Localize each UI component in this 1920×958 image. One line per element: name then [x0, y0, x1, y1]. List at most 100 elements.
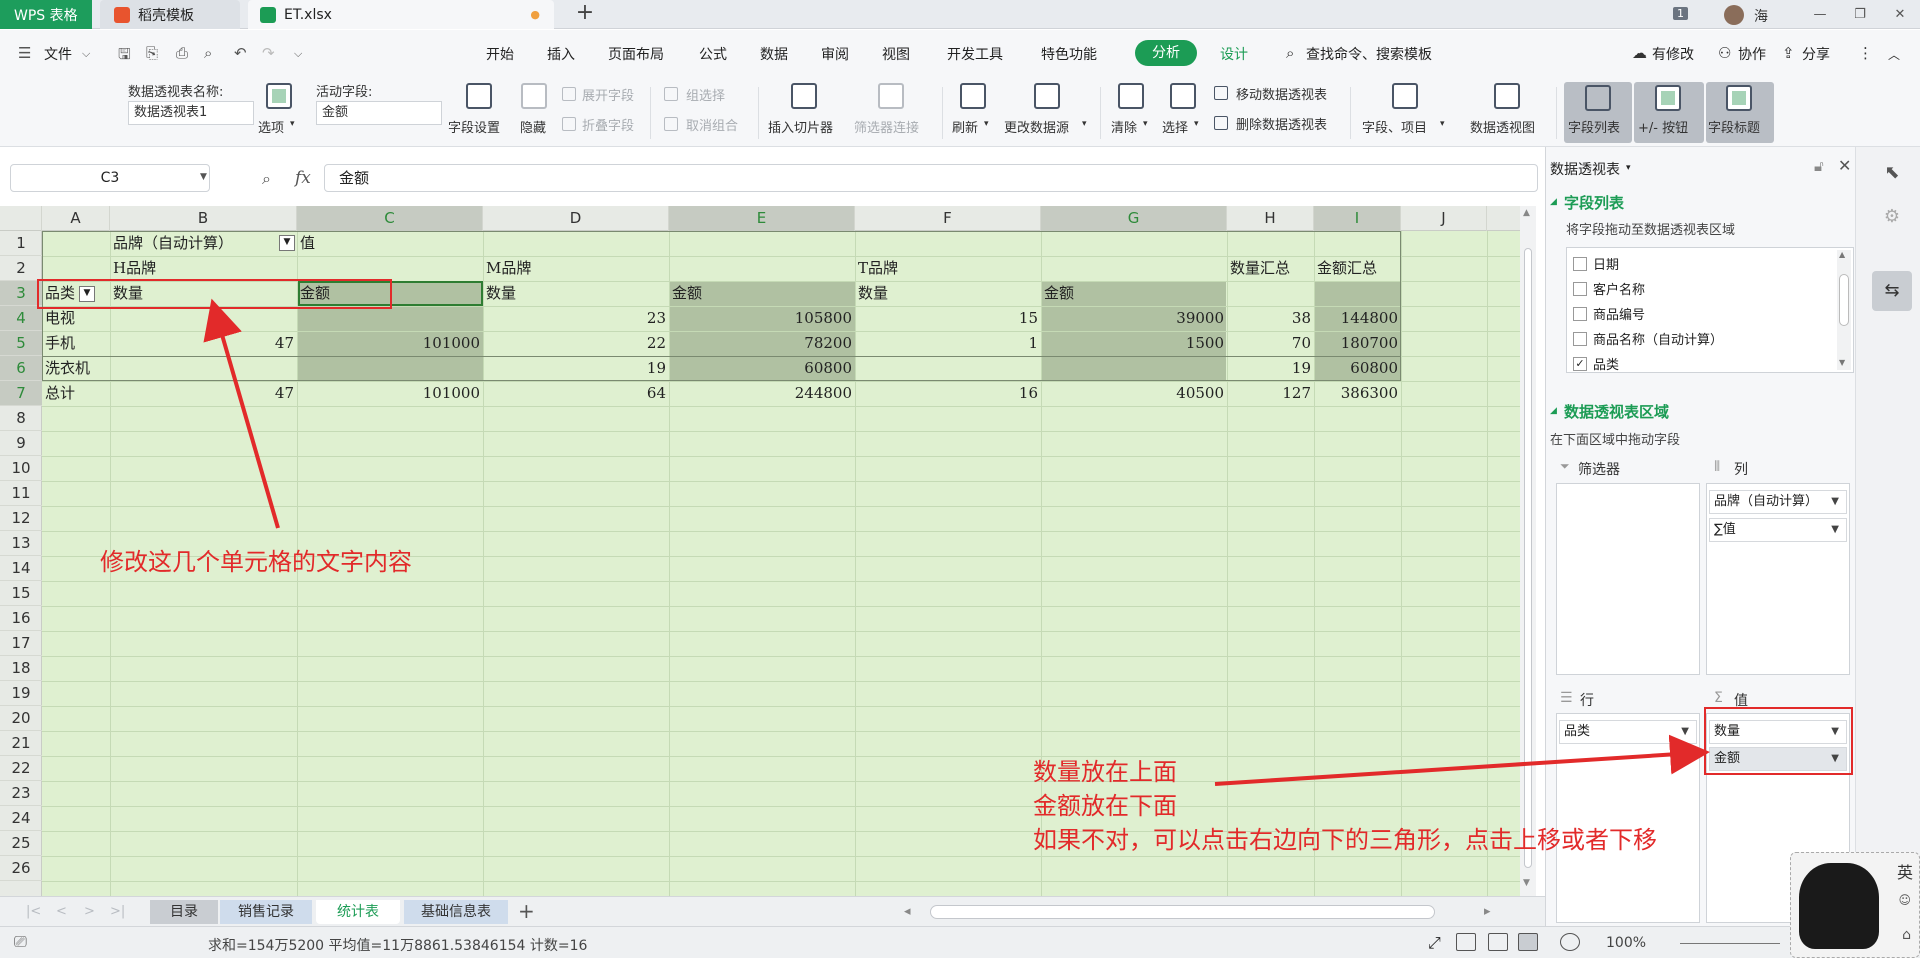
menu-home[interactable]: 开始 [486, 44, 514, 64]
section-toggle-icon[interactable]: ◢ [1550, 406, 1557, 416]
cell-h4[interactable]: 38 [1227, 306, 1314, 331]
cell-d4[interactable]: 23 [483, 306, 669, 331]
move-pivot-button[interactable]: 移动数据透视表 [1236, 84, 1327, 103]
pane-title[interactable]: 数据透视表 [1550, 159, 1620, 179]
tab-wps-spreadsheet[interactable]: WPS 表格 [0, 0, 92, 29]
share-button[interactable]: 分享 [1802, 44, 1830, 64]
chevron-down-icon[interactable]: ▼ [200, 172, 207, 182]
insert-slicer-button[interactable]: 插入切片器 [768, 117, 833, 136]
pointer-icon[interactable]: ⬉ [1872, 153, 1912, 193]
sheet-tab-sales[interactable]: 销售记录 [220, 900, 312, 924]
zoom-slider[interactable] [1680, 943, 1780, 944]
sheet-tab-catalog[interactable]: 目录 [150, 900, 218, 924]
select-button[interactable]: 选择 [1162, 117, 1188, 136]
cell-c1[interactable]: 值 [297, 231, 483, 256]
cell-h7[interactable]: 127 [1227, 381, 1314, 406]
page-break-view-icon[interactable] [1488, 933, 1508, 951]
field-item[interactable]: 客户名称 [1573, 279, 1645, 298]
row-header-7[interactable]: 7 [0, 381, 42, 406]
cell-g5[interactable]: 1500 [1041, 331, 1227, 356]
cell-c7[interactable]: 101000 [297, 381, 483, 406]
tab-daoke-templates[interactable]: 稻壳模板 [100, 0, 240, 29]
row-header-20[interactable]: 20 [0, 706, 42, 731]
pivot-chart-button[interactable]: 数据透视图 [1470, 117, 1535, 136]
select-icon[interactable] [1170, 83, 1196, 109]
reading-mode-icon[interactable] [1518, 933, 1538, 951]
cell-g3[interactable]: 金额 [1041, 281, 1227, 306]
column-header-f[interactable]: F [855, 206, 1041, 231]
cell-b5[interactable]: 47 [110, 331, 297, 356]
normal-view-icon[interactable] [1456, 933, 1476, 951]
search-icon[interactable]: ⌕ [1286, 44, 1294, 62]
options-button[interactable]: 选项 [258, 117, 284, 136]
cell-e3[interactable]: 金额 [669, 281, 855, 306]
window-count-badge[interactable]: 1 [1673, 7, 1688, 20]
cell-e5[interactable]: 78200 [669, 331, 855, 356]
chevron-down-icon[interactable]: ▾ [1194, 119, 1199, 129]
print-icon[interactable]: ⎙ [176, 44, 188, 62]
chevron-down-icon[interactable]: ▼ [1831, 491, 1839, 513]
filter-connections-icon[interactable] [878, 83, 904, 109]
column-header-c[interactable]: C [297, 206, 483, 231]
collapse-field-button[interactable]: 折叠字段 [582, 115, 634, 134]
row-header-1[interactable]: 1 [0, 231, 42, 256]
user-name[interactable]: 海 [1754, 6, 1768, 26]
cell-e7[interactable]: 244800 [669, 381, 855, 406]
command-search[interactable]: 查找命令、搜索模板 [1306, 44, 1432, 64]
group-selection-button[interactable]: 组选择 [686, 85, 725, 104]
column-header-a[interactable]: A [42, 206, 110, 231]
chevron-down-icon[interactable]: ▾ [1082, 119, 1087, 129]
chevron-down-icon[interactable]: ▾ [1440, 119, 1445, 129]
scroll-down-icon[interactable]: ▼ [1839, 358, 1845, 367]
field-list-scroll-thumb[interactable] [1839, 274, 1849, 326]
column-header-d[interactable]: D [483, 206, 669, 231]
row-header-24[interactable]: 24 [0, 806, 42, 831]
close-icon[interactable]: ✕ [1838, 156, 1851, 175]
menu-analyze[interactable]: 分析 [1135, 40, 1197, 66]
restore-icon[interactable]: ❐ [1840, 7, 1880, 22]
tab-et-xlsx[interactable]: ET.xlsx ● [248, 0, 554, 29]
macro-icon[interactable]: ⎚ [14, 932, 27, 952]
field-list-scrollbar[interactable]: ▲ ▼ [1837, 250, 1851, 370]
cell-e4[interactable]: 105800 [669, 306, 855, 331]
field-item[interactable]: ✓ 品类 [1573, 354, 1619, 373]
filter-connections-button[interactable]: 筛选器连接 [854, 117, 919, 136]
sheet-tab-base-info[interactable]: 基础信息表 [404, 900, 508, 924]
filter-area[interactable] [1556, 483, 1700, 675]
row-header-13[interactable]: 13 [0, 531, 42, 556]
field-settings-icon[interactable] [466, 83, 492, 109]
cell-d5[interactable]: 22 [483, 331, 669, 356]
chevron-down-icon[interactable]: ▼ [1831, 519, 1839, 541]
row-header-17[interactable]: 17 [0, 631, 42, 656]
chevron-down-icon[interactable]: ⌵ [82, 47, 90, 61]
eye-protection-icon[interactable] [1560, 933, 1580, 951]
cell-i5[interactable]: 180700 [1314, 331, 1401, 356]
customize-chevron-icon[interactable]: ⌵ [294, 47, 302, 61]
checkbox[interactable] [1573, 281, 1587, 296]
fields-items-button[interactable]: 字段、项目 [1362, 117, 1427, 136]
row-header-26[interactable]: 26 [0, 856, 42, 881]
field-settings-button[interactable]: 字段设置 [448, 117, 500, 136]
chevron-down-icon[interactable]: ▼ [1681, 721, 1689, 743]
insert-slicer-icon[interactable] [791, 83, 817, 109]
scroll-down-icon[interactable]: ▼ [1523, 878, 1530, 888]
change-source-icon[interactable] [1034, 83, 1060, 109]
row-header-14[interactable]: 14 [0, 556, 42, 581]
section-toggle-icon[interactable]: ◢ [1550, 197, 1557, 207]
prev-sheet-icon[interactable]: < [56, 904, 67, 919]
clear-button[interactable]: 清除 [1111, 117, 1137, 136]
menu-formulas[interactable]: 公式 [699, 44, 727, 64]
rows-area[interactable]: 品类 ▼ [1556, 713, 1700, 923]
column-header-e[interactable]: E [669, 206, 855, 231]
delete-pivot-button[interactable]: 删除数据透视表 [1236, 114, 1327, 133]
lock-icon[interactable]: 🔓︎ [1814, 157, 1824, 175]
chevron-down-icon[interactable]: ▾ [1626, 163, 1631, 173]
row-header-25[interactable]: 25 [0, 831, 42, 856]
field-item[interactable]: 商品编号 [1573, 304, 1645, 323]
cell-g4[interactable]: 39000 [1041, 306, 1227, 331]
redo-icon[interactable]: ↷ [262, 44, 275, 62]
pivot-options-icon[interactable] [266, 83, 292, 109]
cell-f3[interactable]: 数量 [855, 281, 1041, 306]
emoji-icon[interactable]: ☺ [1898, 893, 1911, 907]
collaborate-button[interactable]: 协作 [1738, 44, 1766, 64]
